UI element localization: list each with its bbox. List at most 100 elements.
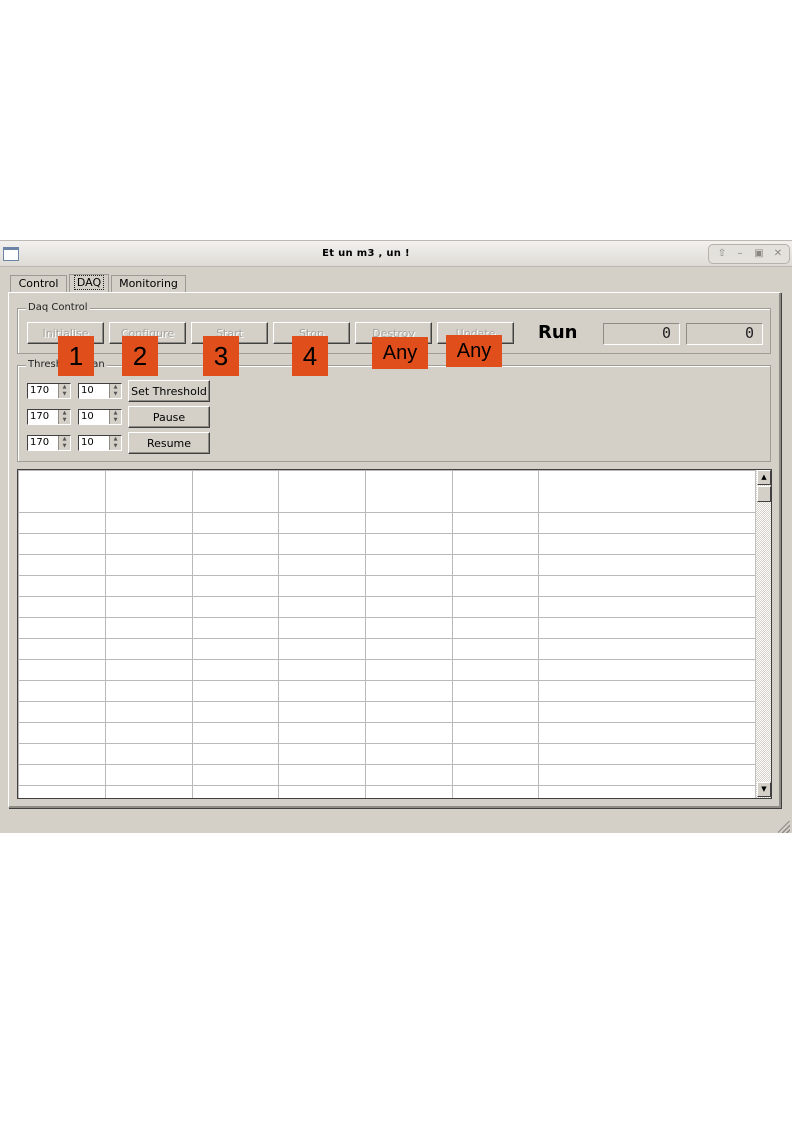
table-cell[interactable]	[278, 512, 366, 534]
table-row[interactable]	[18, 512, 757, 534]
table-cell[interactable]	[452, 512, 539, 534]
table-cell[interactable]	[192, 701, 279, 723]
table-cell[interactable]	[365, 722, 453, 744]
table-cell[interactable]	[18, 617, 106, 639]
table-row[interactable]	[18, 743, 757, 765]
table-cell[interactable]	[278, 680, 366, 702]
table-row[interactable]	[18, 764, 757, 786]
table-cell[interactable]	[538, 512, 757, 534]
tab-monitoring[interactable]: Monitoring	[111, 275, 186, 293]
spin-arrows-icon[interactable]: ▲ ▼	[109, 436, 121, 450]
minimize-icon[interactable]: –	[733, 247, 747, 261]
table-cell[interactable]	[538, 701, 757, 723]
table-cell[interactable]	[452, 596, 539, 618]
table-cell[interactable]	[278, 575, 366, 597]
table-cell[interactable]	[452, 701, 539, 723]
table-cell[interactable]	[192, 785, 279, 798]
table-cell[interactable]	[538, 575, 757, 597]
table-cell[interactable]	[365, 743, 453, 765]
table-cell[interactable]	[105, 785, 193, 798]
table-cell[interactable]	[365, 764, 453, 786]
spin-arrows-icon[interactable]: ▲ ▼	[58, 384, 70, 398]
scroll-thumb[interactable]	[757, 486, 771, 502]
resize-grip-icon[interactable]	[778, 821, 790, 833]
table-cell[interactable]	[538, 554, 757, 576]
table-cell[interactable]	[18, 575, 106, 597]
table-cell[interactable]	[18, 701, 106, 723]
table-cell[interactable]	[452, 680, 539, 702]
table-cell[interactable]	[105, 764, 193, 786]
table-cell[interactable]	[365, 638, 453, 660]
table-cell[interactable]	[278, 722, 366, 744]
table-cell[interactable]	[192, 554, 279, 576]
table-cell[interactable]	[18, 470, 106, 513]
table-cell[interactable]	[18, 512, 106, 534]
table-cell[interactable]	[192, 596, 279, 618]
spin-arrows-icon[interactable]: ▲ ▼	[58, 410, 70, 424]
table-cell[interactable]	[18, 680, 106, 702]
table-row[interactable]	[18, 533, 757, 555]
threshold-spinbox[interactable]: 170 ▲ ▼	[27, 383, 71, 399]
table-row[interactable]	[18, 596, 757, 618]
table-cell[interactable]	[452, 617, 539, 639]
set-threshold-button[interactable]: Set Threshold	[128, 380, 210, 402]
table-cell[interactable]	[18, 722, 106, 744]
table-row[interactable]	[18, 575, 757, 597]
step-spinbox[interactable]: 10 ▲ ▼	[78, 435, 122, 451]
data-table[interactable]: ▲ ▼	[17, 469, 772, 799]
maximize-icon[interactable]: ▣	[752, 247, 766, 261]
step-spinbox[interactable]: 10 ▲ ▼	[78, 409, 122, 425]
table-cell[interactable]	[452, 638, 539, 660]
table-cell[interactable]	[452, 554, 539, 576]
table-row[interactable]	[18, 554, 757, 576]
pause-button[interactable]: Pause	[128, 406, 210, 428]
spin-arrows-icon[interactable]: ▲ ▼	[109, 384, 121, 398]
table-row[interactable]	[18, 701, 757, 723]
table-cell[interactable]	[18, 785, 106, 798]
table-cell[interactable]	[452, 575, 539, 597]
threshold-spinbox[interactable]: 170 ▲ ▼	[27, 409, 71, 425]
table-cell[interactable]	[365, 470, 453, 513]
table-cell[interactable]	[538, 722, 757, 744]
table-row[interactable]	[18, 659, 757, 681]
table-cell[interactable]	[192, 722, 279, 744]
table-cell[interactable]	[105, 533, 193, 555]
data-grid[interactable]	[18, 470, 757, 798]
table-cell[interactable]	[365, 617, 453, 639]
table-cell[interactable]	[278, 617, 366, 639]
table-cell[interactable]	[365, 554, 453, 576]
table-cell[interactable]	[538, 680, 757, 702]
table-cell[interactable]	[192, 470, 279, 513]
table-cell[interactable]	[192, 743, 279, 765]
table-cell[interactable]	[105, 512, 193, 534]
tab-control[interactable]: Control	[10, 275, 67, 293]
table-cell[interactable]	[278, 785, 366, 798]
table-cell[interactable]	[18, 596, 106, 618]
table-cell[interactable]	[105, 701, 193, 723]
table-cell[interactable]	[18, 554, 106, 576]
table-cell[interactable]	[538, 470, 757, 513]
table-cell[interactable]	[278, 764, 366, 786]
table-cell[interactable]	[192, 617, 279, 639]
table-cell[interactable]	[192, 764, 279, 786]
close-icon[interactable]: ✕	[771, 247, 785, 261]
step-spinbox[interactable]: 10 ▲ ▼	[78, 383, 122, 399]
title-bar[interactable]: Et un m3 , un ! ⇧ – ▣ ✕	[0, 241, 792, 267]
table-cell[interactable]	[365, 659, 453, 681]
table-row[interactable]	[18, 617, 757, 639]
table-cell[interactable]	[278, 701, 366, 723]
vertical-scrollbar[interactable]: ▲ ▼	[755, 470, 771, 798]
table-cell[interactable]	[278, 659, 366, 681]
up-arrow-icon[interactable]: ⇧	[715, 247, 729, 261]
threshold-spinbox[interactable]: 170 ▲ ▼	[27, 435, 71, 451]
table-cell[interactable]	[105, 638, 193, 660]
table-cell[interactable]	[192, 638, 279, 660]
table-cell[interactable]	[18, 659, 106, 681]
spin-arrows-icon[interactable]: ▲ ▼	[58, 436, 70, 450]
table-cell[interactable]	[452, 764, 539, 786]
table-cell[interactable]	[538, 638, 757, 660]
table-cell[interactable]	[365, 680, 453, 702]
tab-daq[interactable]: DAQ	[69, 274, 109, 293]
table-cell[interactable]	[278, 596, 366, 618]
table-cell[interactable]	[365, 701, 453, 723]
